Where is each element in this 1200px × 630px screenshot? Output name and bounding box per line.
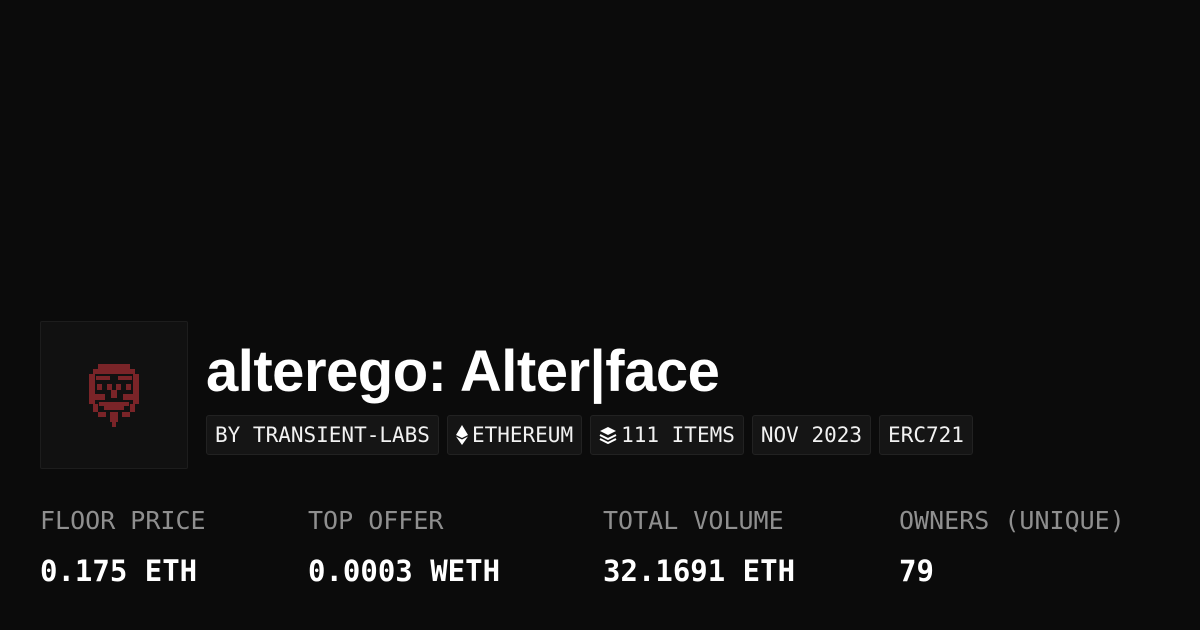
layers-icon (599, 427, 617, 444)
collection-title: alterego: Alter|face (206, 339, 720, 404)
collection-tags: BY TRANSIENT-LABS ETHEREUM 111 ITEMS NOV… (206, 415, 973, 455)
chain-label: ETHEREUM (471, 423, 574, 447)
owners-label: OWNERS (UNIQUE) (899, 506, 1125, 535)
red-mask-face-icon (89, 364, 139, 427)
owners-value: 79 (899, 554, 934, 588)
top-offer-value: 0.0003 WETH (308, 554, 501, 588)
top-offer-stat: TOP OFFER 0.0003 WETH (308, 503, 500, 591)
top-offer-label: TOP OFFER (308, 506, 444, 535)
standard-label: ERC721 (888, 423, 964, 447)
collection-card: alterego: Alter|face BY TRANSIENT-LABS E… (0, 0, 1200, 630)
floor-price-label: FLOOR PRICE (40, 506, 206, 535)
items-label: 111 ITEMS (621, 423, 735, 447)
total-volume-label: TOTAL VOLUME (603, 506, 784, 535)
standard-tag: ERC721 (879, 415, 973, 455)
total-volume-value: 32.1691 ETH (603, 554, 796, 588)
owners-stat: OWNERS (UNIQUE) 79 (899, 503, 1125, 591)
total-volume-stat: TOTAL VOLUME 32.1691 ETH (603, 503, 795, 591)
creator-tag[interactable]: BY TRANSIENT-LABS (206, 415, 439, 455)
floor-price-stat: FLOOR PRICE 0.175 ETH (40, 503, 206, 591)
date-label: NOV 2023 (760, 423, 863, 447)
chain-tag[interactable]: ETHEREUM (446, 415, 583, 455)
creator-label: BY TRANSIENT-LABS (215, 423, 430, 447)
collection-avatar[interactable] (40, 321, 188, 469)
ethereum-icon (455, 425, 468, 445)
date-tag: NOV 2023 (751, 415, 872, 455)
items-tag[interactable]: 111 ITEMS (590, 415, 744, 455)
floor-price-value: 0.175 ETH (40, 554, 198, 588)
